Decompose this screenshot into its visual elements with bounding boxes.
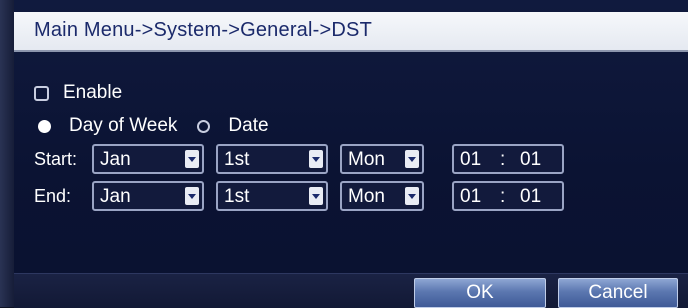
start-day-value: Mon	[348, 149, 385, 170]
start-day-select[interactable]: Mon	[340, 144, 424, 174]
end-month-select[interactable]: Jan	[92, 181, 204, 211]
end-week-value: 1st	[224, 186, 250, 207]
chevron-down-icon[interactable]	[405, 150, 419, 168]
radio-day-of-week-label: Day of Week	[69, 115, 178, 136]
start-time-separator: :	[500, 149, 506, 170]
end-time-input[interactable]: 01 : 01	[452, 181, 564, 211]
end-minute[interactable]: 01	[520, 186, 541, 208]
enable-label: Enable	[63, 82, 123, 103]
start-week-value: 1st	[224, 149, 250, 170]
title-bar: Main Menu->System->General->DST	[14, 12, 688, 52]
radio-date[interactable]	[197, 119, 211, 133]
end-day-value: Mon	[348, 186, 385, 207]
enable-row[interactable]: Enable	[34, 82, 122, 104]
chevron-down-icon[interactable]	[405, 187, 419, 205]
dst-dialog: Main Menu->System->General->DST Enable D…	[0, 0, 688, 308]
end-hour[interactable]: 01	[460, 186, 481, 208]
window-edge	[0, 0, 14, 307]
end-week-select[interactable]: 1st	[216, 181, 328, 211]
chevron-down-icon[interactable]	[309, 187, 323, 205]
start-label: Start:	[34, 149, 78, 169]
chevron-down-icon[interactable]	[185, 187, 199, 205]
page-title: Main Menu->System->General->DST	[34, 19, 372, 41]
cancel-button[interactable]: Cancel	[558, 278, 678, 308]
end-time-separator: :	[500, 186, 506, 207]
start-month-select[interactable]: Jan	[92, 144, 204, 174]
end-month-value: Jan	[100, 186, 131, 207]
ok-button[interactable]: OK	[414, 278, 546, 308]
radio-date-label: Date	[228, 115, 269, 136]
chevron-down-icon[interactable]	[185, 150, 199, 168]
start-time-input[interactable]: 01 : 01	[452, 144, 564, 174]
footer-bar: OK Cancel	[14, 273, 688, 308]
start-month-value: Jan	[100, 149, 131, 170]
mode-row: Day of Week Date	[36, 115, 287, 137]
start-hour[interactable]: 01	[460, 149, 481, 171]
chevron-down-icon[interactable]	[309, 150, 323, 168]
start-week-select[interactable]: 1st	[216, 144, 328, 174]
radio-day-of-week[interactable]	[38, 119, 51, 133]
end-day-select[interactable]: Mon	[340, 181, 424, 211]
end-label: End:	[34, 186, 72, 206]
enable-checkbox[interactable]	[34, 85, 49, 101]
start-minute[interactable]: 01	[520, 149, 541, 171]
